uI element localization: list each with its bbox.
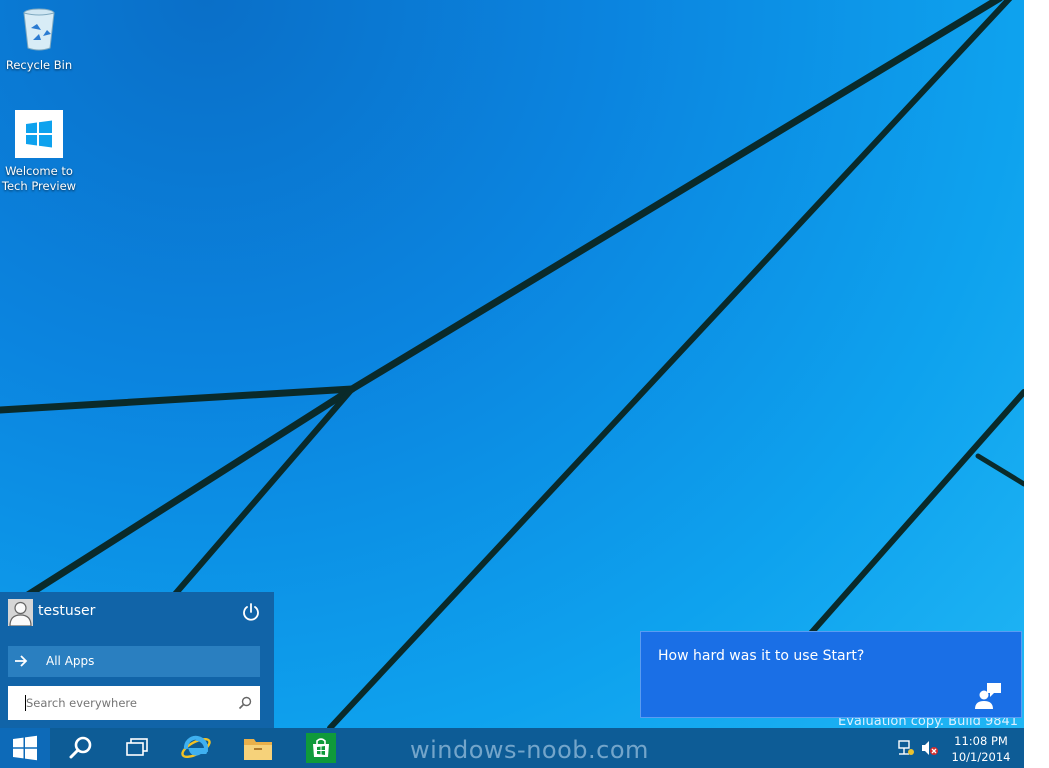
welcome-label-line2: Tech Preview	[1, 179, 77, 193]
file-explorer-icon	[244, 739, 272, 760]
volume-muted-icon[interactable]	[921, 740, 939, 756]
feedback-question: How hard was it to use Start?	[658, 648, 865, 664]
desktop[interactable]: Recycle Bin Welcome to Tech Preview test…	[0, 0, 1024, 768]
search-button[interactable]	[56, 728, 106, 768]
start-icon	[13, 735, 37, 761]
search-box[interactable]	[8, 686, 260, 720]
recycle-bin-shortcut[interactable]: Recycle Bin	[1, 6, 77, 73]
start-menu: testuser All Apps	[0, 592, 274, 728]
welcome-label-line1: Welcome to	[5, 164, 73, 178]
recycle-bin-icon	[1, 6, 77, 56]
network-icon[interactable]	[897, 740, 915, 756]
internet-explorer-button[interactable]	[171, 728, 221, 768]
feedback-toast[interactable]: How hard was it to use Start?	[640, 631, 1022, 718]
taskbar: windows-noob.com 11:08 PM 10/1/2014	[0, 728, 1024, 768]
user-account[interactable]: testuser	[8, 599, 266, 627]
clock-time: 11:08 PM	[954, 734, 1008, 748]
store-button[interactable]	[296, 728, 346, 768]
store-icon	[306, 733, 336, 763]
user-name: testuser	[38, 603, 96, 619]
welcome-tech-preview-shortcut[interactable]: Welcome to Tech Preview	[1, 110, 77, 194]
search-input[interactable]	[26, 694, 226, 712]
recycle-bin-label: Recycle Bin	[5, 58, 73, 72]
arrow-right-icon	[15, 655, 28, 667]
clock[interactable]: 11:08 PM 10/1/2014	[946, 733, 1016, 765]
search-icon[interactable]	[238, 696, 252, 710]
build-text: Evaluation copy. Build 9841	[838, 718, 1019, 728]
task-view-button[interactable]	[112, 728, 162, 768]
internet-explorer-icon	[181, 735, 211, 759]
windows-logo-icon	[1, 110, 77, 162]
start-button[interactable]	[0, 728, 50, 768]
power-icon	[243, 603, 259, 621]
feedback-icon	[975, 683, 1001, 709]
evaluation-watermark: Evaluation copy. Build 9841	[838, 718, 1024, 728]
all-apps-button[interactable]: All Apps	[8, 646, 260, 677]
all-apps-label: All Apps	[46, 654, 95, 668]
search-icon	[69, 736, 92, 759]
file-explorer-button[interactable]	[233, 728, 283, 768]
site-watermark: windows-noob.com	[410, 736, 649, 764]
clock-date: 10/1/2014	[951, 750, 1011, 764]
user-avatar-icon	[8, 599, 33, 626]
task-view-icon	[126, 738, 148, 756]
power-button[interactable]	[240, 601, 262, 623]
